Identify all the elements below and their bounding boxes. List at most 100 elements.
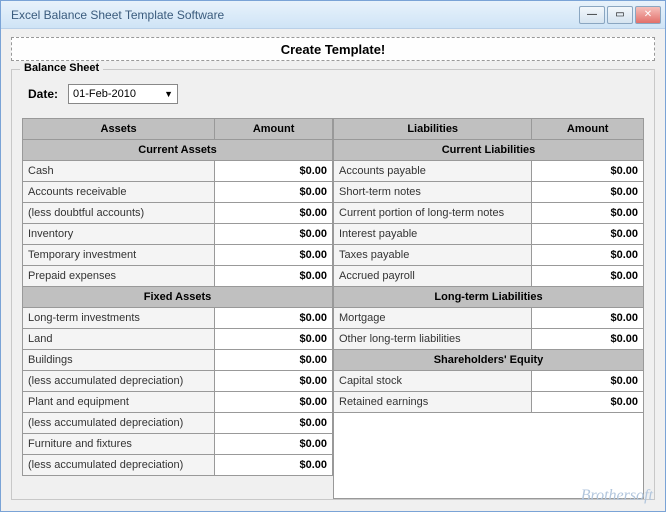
row-label: Mortgage	[334, 308, 532, 329]
client-area: Create Template! Balance Sheet Date: 01-…	[1, 29, 665, 508]
date-value: 01-Feb-2010	[73, 88, 136, 100]
current-assets-subheader: Current Assets	[23, 140, 333, 161]
row-label: (less accumulated depreciation)	[23, 371, 215, 392]
row-amount: $0.00	[215, 224, 333, 245]
row-amount: $0.00	[215, 455, 333, 476]
table-row: Interest payable$0.00	[334, 224, 644, 245]
maximize-button[interactable]: ▭	[607, 6, 633, 24]
row-label: Current portion of long-term notes	[334, 203, 532, 224]
row-label: Cash	[23, 161, 215, 182]
row-amount: $0.00	[532, 245, 644, 266]
row-label: (less doubtful accounts)	[23, 203, 215, 224]
fixed-assets-subheader: Fixed Assets	[23, 287, 333, 308]
row-label: Accrued payroll	[334, 266, 532, 287]
empty-row	[334, 413, 644, 499]
window-controls: — ▭ ✕	[579, 6, 661, 24]
table-row: Accrued payroll$0.00	[334, 266, 644, 287]
assets-table: Assets Amount Current Assets Cash$0.00 A…	[22, 118, 333, 476]
row-label: Land	[23, 329, 215, 350]
row-amount: $0.00	[215, 266, 333, 287]
titlebar: Excel Balance Sheet Template Software — …	[1, 1, 665, 29]
date-dropdown[interactable]: 01-Feb-2010 ▼	[68, 84, 178, 104]
table-row: Retained earnings$0.00	[334, 392, 644, 413]
table-row: Accounts receivable$0.00	[23, 182, 333, 203]
row-label: Long-term investments	[23, 308, 215, 329]
table-row: Temporary investment$0.00	[23, 245, 333, 266]
row-amount: $0.00	[532, 371, 644, 392]
row-amount: $0.00	[532, 224, 644, 245]
table-row: Buildings$0.00	[23, 350, 333, 371]
row-amount: $0.00	[532, 308, 644, 329]
row-amount: $0.00	[532, 266, 644, 287]
balance-sheet-fieldset: Balance Sheet Date: 01-Feb-2010 ▼ Assets…	[11, 69, 655, 500]
table-row: Land$0.00	[23, 329, 333, 350]
table-row: Other long-term liabilities$0.00	[334, 329, 644, 350]
row-label: Accounts receivable	[23, 182, 215, 203]
table-row: Short-term notes$0.00	[334, 182, 644, 203]
table-header-row: Assets Amount	[23, 119, 333, 140]
fieldset-legend: Balance Sheet	[20, 62, 103, 74]
row-amount: $0.00	[215, 350, 333, 371]
date-label: Date:	[28, 87, 58, 101]
table-row: (less accumulated depreciation)$0.00	[23, 413, 333, 434]
table-row: (less accumulated depreciation)$0.00	[23, 455, 333, 476]
empty-cell	[334, 413, 644, 499]
table-row: Cash$0.00	[23, 161, 333, 182]
table-row: Taxes payable$0.00	[334, 245, 644, 266]
row-label: Retained earnings	[334, 392, 532, 413]
row-label: Prepaid expenses	[23, 266, 215, 287]
table-row: Plant and equipment$0.00	[23, 392, 333, 413]
row-amount: $0.00	[215, 371, 333, 392]
window-title: Excel Balance Sheet Template Software	[5, 8, 224, 22]
row-label: Capital stock	[334, 371, 532, 392]
liabilities-table: Liabilities Amount Current Liabilities A…	[333, 118, 644, 499]
amount-header: Amount	[215, 119, 333, 140]
table-row: Capital stock$0.00	[334, 371, 644, 392]
close-icon: ✕	[644, 9, 652, 20]
assets-header: Assets	[23, 119, 215, 140]
chevron-down-icon: ▼	[164, 89, 173, 99]
maximize-icon: ▭	[615, 9, 624, 20]
row-amount: $0.00	[215, 329, 333, 350]
current-liabilities-subheader: Current Liabilities	[334, 140, 644, 161]
minimize-icon: —	[587, 9, 597, 20]
table-row: Prepaid expenses$0.00	[23, 266, 333, 287]
row-label: Temporary investment	[23, 245, 215, 266]
application-window: Excel Balance Sheet Template Software — …	[0, 0, 666, 512]
amount-header: Amount	[532, 119, 644, 140]
liabilities-column: Liabilities Amount Current Liabilities A…	[333, 118, 644, 499]
row-amount: $0.00	[532, 161, 644, 182]
row-label: Taxes payable	[334, 245, 532, 266]
row-amount: $0.00	[532, 182, 644, 203]
row-amount: $0.00	[532, 203, 644, 224]
row-amount: $0.00	[215, 392, 333, 413]
table-row: (less doubtful accounts)$0.00	[23, 203, 333, 224]
minimize-button[interactable]: —	[579, 6, 605, 24]
table-row: Inventory$0.00	[23, 224, 333, 245]
row-amount: $0.00	[532, 392, 644, 413]
create-template-button[interactable]: Create Template!	[11, 37, 655, 61]
row-amount: $0.00	[215, 308, 333, 329]
row-label: Furniture and fixtures	[23, 434, 215, 455]
row-amount: $0.00	[215, 434, 333, 455]
liabilities-header: Liabilities	[334, 119, 532, 140]
long-term-liabilities-subheader: Long-term Liabilities	[334, 287, 644, 308]
row-amount: $0.00	[532, 329, 644, 350]
table-header-row: Liabilities Amount	[334, 119, 644, 140]
table-row: (less accumulated depreciation)$0.00	[23, 371, 333, 392]
table-row: Long-term investments$0.00	[23, 308, 333, 329]
row-label: Accounts payable	[334, 161, 532, 182]
watermark: Brothersoft	[581, 487, 653, 505]
date-row: Date: 01-Feb-2010 ▼	[28, 84, 644, 104]
table-row: Furniture and fixtures$0.00	[23, 434, 333, 455]
row-amount: $0.00	[215, 245, 333, 266]
table-row: Mortgage$0.00	[334, 308, 644, 329]
close-button[interactable]: ✕	[635, 6, 661, 24]
row-label: Interest payable	[334, 224, 532, 245]
row-label: Buildings	[23, 350, 215, 371]
row-amount: $0.00	[215, 203, 333, 224]
row-label: Other long-term liabilities	[334, 329, 532, 350]
row-label: (less accumulated depreciation)	[23, 455, 215, 476]
row-label: (less accumulated depreciation)	[23, 413, 215, 434]
row-label: Plant and equipment	[23, 392, 215, 413]
